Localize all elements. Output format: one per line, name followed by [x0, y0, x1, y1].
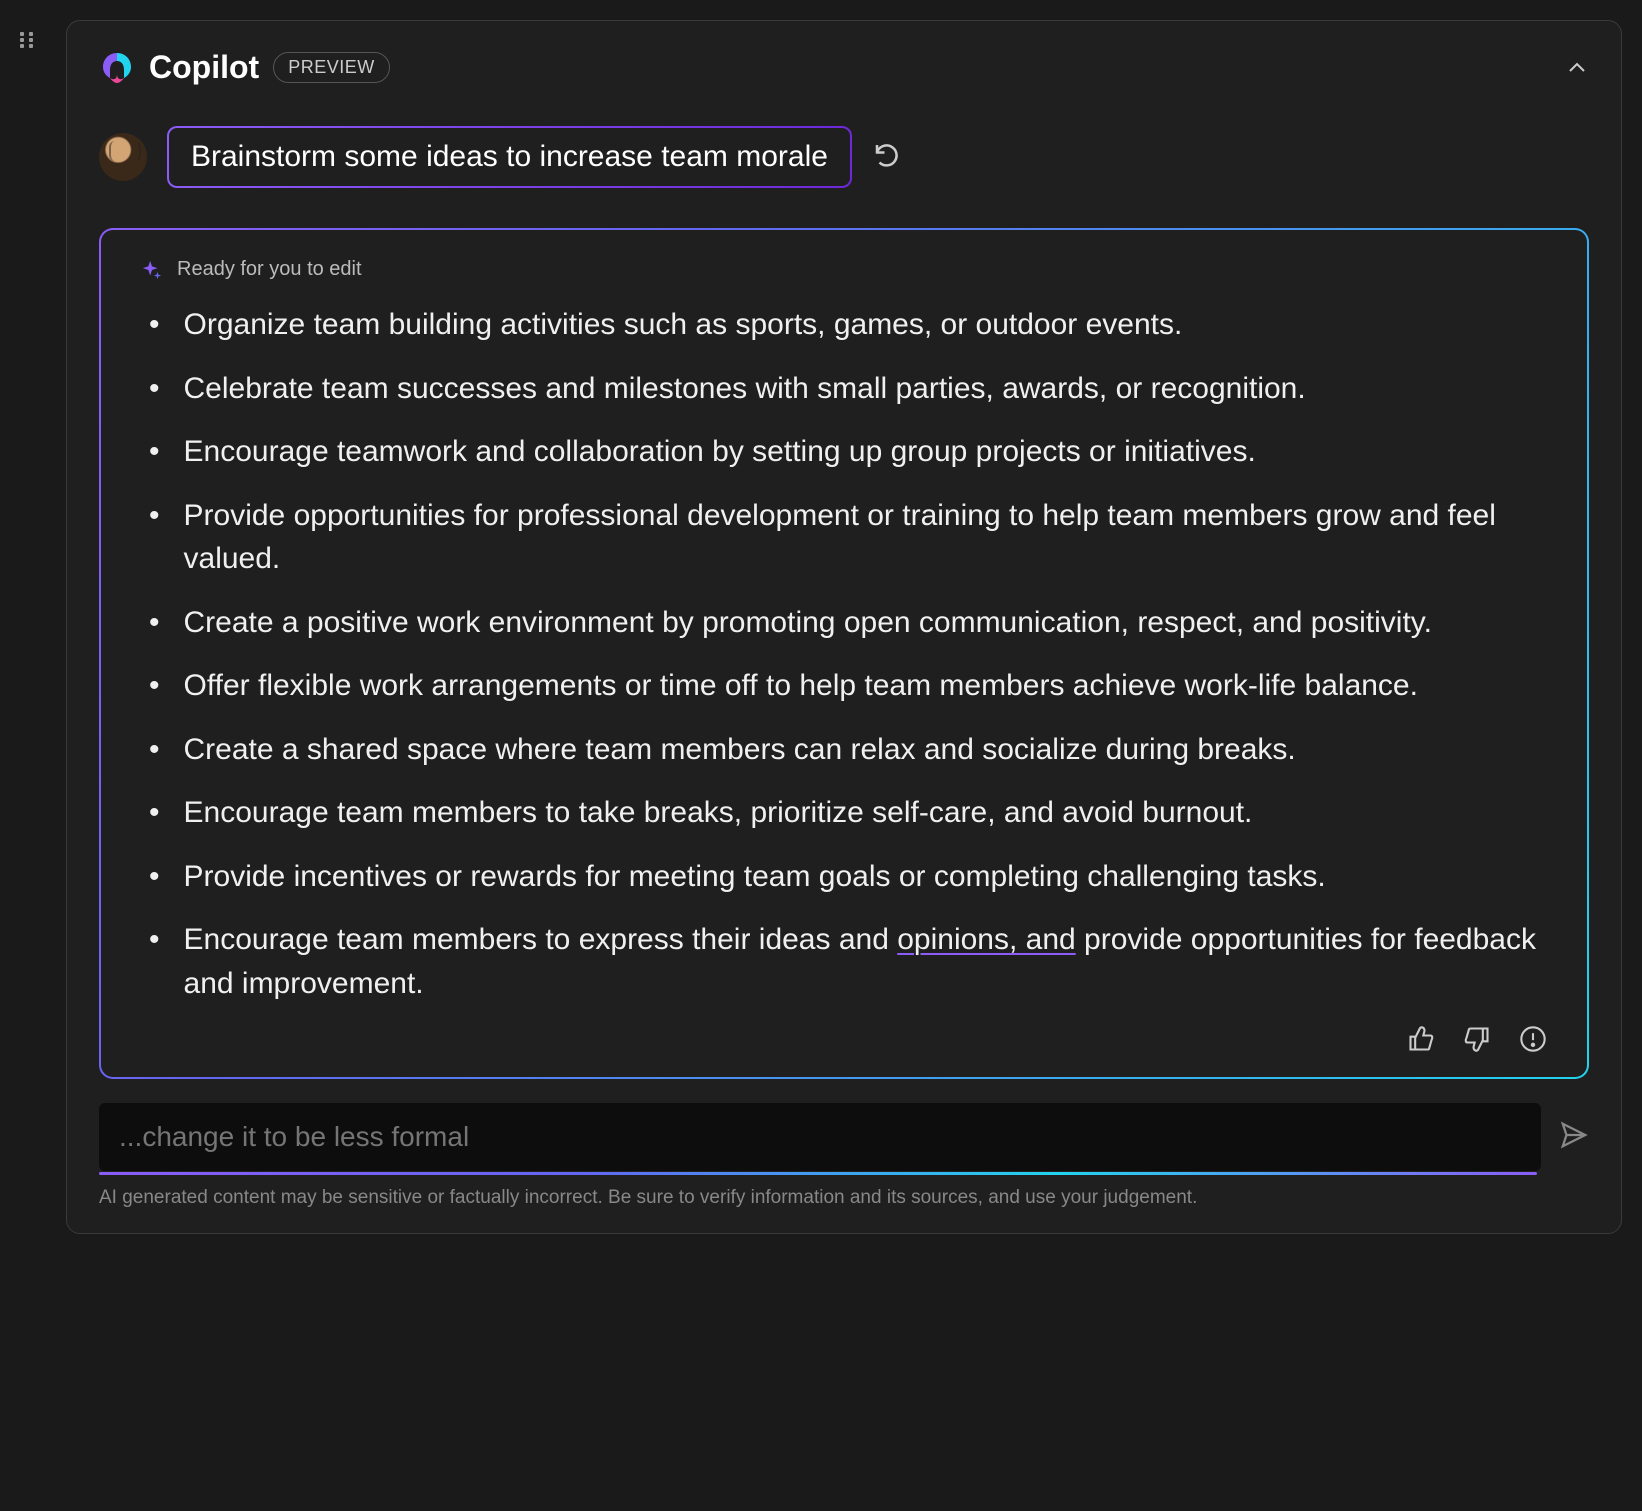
sparkle-icon [141, 259, 163, 281]
list-item[interactable]: Provide incentives or rewards for meetin… [141, 855, 1547, 899]
input-row [99, 1103, 1589, 1173]
panel-header: Copilot PREVIEW [99, 49, 1589, 86]
drag-handle-icon[interactable] [20, 32, 36, 48]
ai-disclaimer: AI generated content may be sensitive or… [99, 1187, 1589, 1209]
prompt-pill[interactable]: Brainstorm some ideas to increase team m… [167, 126, 852, 188]
list-item[interactable]: Offer flexible work arrangements or time… [141, 664, 1547, 708]
list-item[interactable]: Celebrate team successes and milestones … [141, 367, 1547, 411]
thumbs-up-icon[interactable] [1407, 1025, 1435, 1053]
list-item[interactable]: Encourage teamwork and collaboration by … [141, 430, 1547, 474]
prompt-text: Brainstorm some ideas to increase team m… [169, 128, 850, 186]
list-item[interactable]: Encourage team members to take breaks, p… [141, 791, 1547, 835]
user-avatar [99, 133, 147, 181]
copilot-logo-icon [99, 50, 135, 86]
thumbs-down-icon[interactable] [1463, 1025, 1491, 1053]
list-item[interactable]: Organize team building activities such a… [141, 303, 1547, 347]
grammar-underline[interactable]: opinions, and [897, 923, 1075, 956]
copilot-panel: Copilot PREVIEW Brainstorm some ideas to… [66, 20, 1622, 1234]
ready-label: Ready for you to edit [177, 258, 362, 281]
list-item[interactable]: Create a shared space where team members… [141, 728, 1547, 772]
undo-button[interactable] [872, 140, 902, 175]
report-icon[interactable] [1519, 1025, 1547, 1053]
prompt-row: Brainstorm some ideas to increase team m… [99, 126, 1589, 188]
preview-badge: PREVIEW [273, 52, 390, 83]
panel-title: Copilot [149, 49, 259, 86]
refine-input[interactable] [99, 1103, 1541, 1171]
list-item[interactable]: Provide opportunities for professional d… [141, 494, 1547, 581]
list-item[interactable]: Create a positive work environment by pr… [141, 601, 1547, 645]
response-card: Ready for you to edit Organize team buil… [99, 228, 1589, 1079]
send-button[interactable] [1559, 1120, 1589, 1155]
collapse-chevron-icon[interactable] [1565, 56, 1589, 80]
idea-list: Organize team building activities such a… [141, 303, 1547, 1005]
list-item[interactable]: Encourage team members to express their … [141, 918, 1547, 1005]
